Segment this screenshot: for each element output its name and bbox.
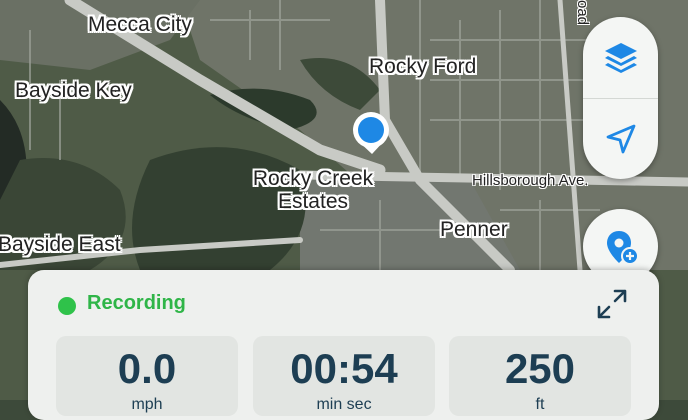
map-label-rocky-creek-estates: Rocky Creek Estates xyxy=(252,167,374,214)
distance-stat: 250 ft xyxy=(449,336,631,416)
map-label-bayside-key: Bayside Key xyxy=(15,79,132,102)
navigation-arrow-icon xyxy=(606,124,635,154)
add-location-pin-icon xyxy=(606,230,639,265)
duration-value: 00:54 xyxy=(290,345,398,392)
duration-unit: min sec xyxy=(316,396,372,413)
map-label-penner: Penner xyxy=(440,218,508,241)
expand-button[interactable] xyxy=(594,286,630,322)
speed-stat: 0.0 mph xyxy=(56,336,238,416)
speed-value: 0.0 xyxy=(117,345,177,392)
locate-me-button[interactable] xyxy=(583,99,658,179)
expand-icon xyxy=(597,289,627,319)
map-controls xyxy=(583,17,658,179)
map-label-rocky-ford: Rocky Ford xyxy=(369,55,477,78)
layers-icon xyxy=(604,43,637,73)
map-label-mecca-city: Mecca City xyxy=(88,13,192,36)
duration-stat: 00:54 min sec xyxy=(253,336,435,416)
speed-unit: mph xyxy=(131,396,163,413)
layers-button[interactable] xyxy=(583,17,658,97)
map-label-bayside-east: Bayside East xyxy=(0,233,121,256)
recording-indicator xyxy=(58,297,76,315)
recording-panel: Recording 0.0 mph 00:54 min sec 250 ft xyxy=(28,270,659,420)
road-label-hillsborough-ave: Hillsborough Ave. xyxy=(472,172,589,189)
distance-value: 250 xyxy=(504,345,576,392)
recording-status: Recording xyxy=(87,292,186,314)
distance-unit: ft xyxy=(535,396,545,413)
